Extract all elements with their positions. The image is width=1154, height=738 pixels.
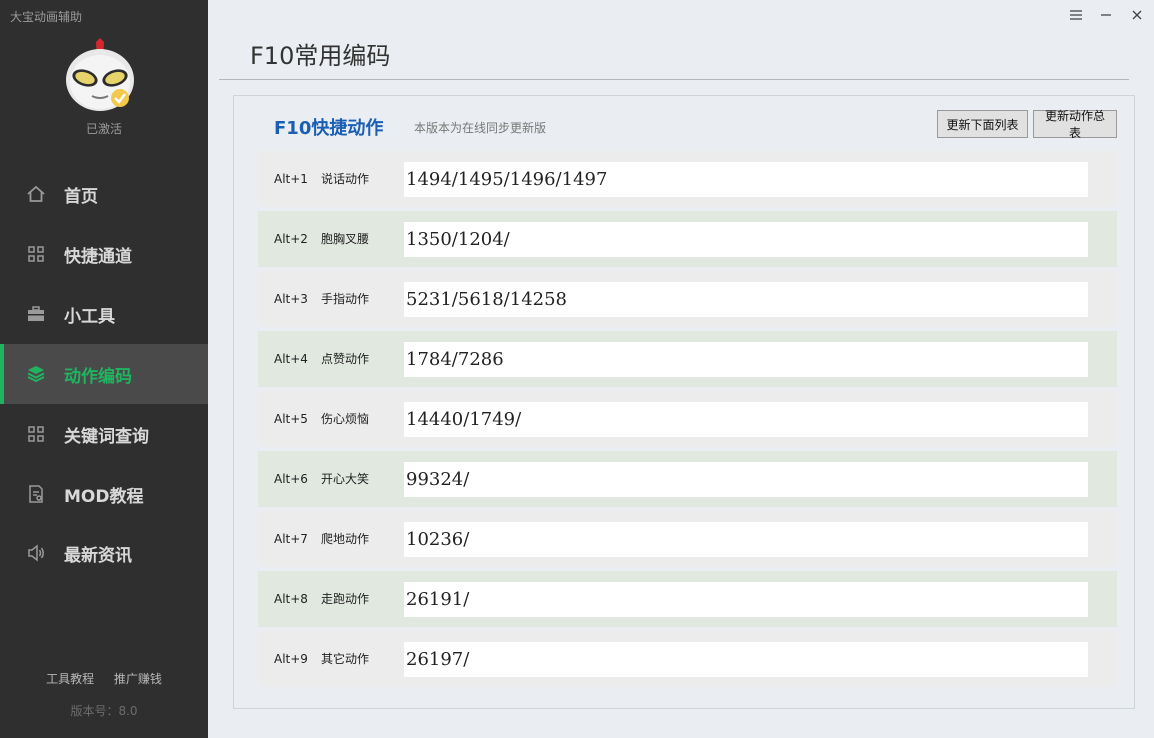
nav-keyword-search-label: 关键词查询 xyxy=(64,426,149,447)
footer-links: 工具教程 推广赚钱 xyxy=(0,670,208,687)
action-code-input[interactable] xyxy=(404,522,1088,557)
table-row: Alt+9 其它动作 xyxy=(258,631,1117,687)
nav-home-label: 首页 xyxy=(64,186,98,207)
menu-icon xyxy=(1070,10,1082,20)
action-name: 伤心烦恼 xyxy=(321,412,370,426)
action-code-input[interactable] xyxy=(404,222,1088,257)
hotkey-label: Alt+5 xyxy=(274,412,308,426)
nav-mod-tutorial[interactable]: MOD教程 xyxy=(0,464,208,524)
home-icon xyxy=(26,184,46,204)
update-summary-button[interactable]: 更新动作总表 xyxy=(1033,109,1117,140)
action-code-input[interactable] xyxy=(404,582,1088,617)
nav-keyword-search[interactable]: 关键词查询 xyxy=(0,404,208,464)
table-row: Alt+7 爬地动作 xyxy=(258,511,1117,567)
hotkey-label: Alt+8 xyxy=(274,592,308,606)
close-icon xyxy=(1132,10,1142,20)
sidebar: 大宝动画辅助 已激活 首页 快捷通道 小工具 动作编码 关键词查询 MOD教程 … xyxy=(0,0,208,738)
speaker-icon xyxy=(26,543,46,563)
action-code-input[interactable] xyxy=(404,402,1088,437)
nav-tools-label: 小工具 xyxy=(64,306,115,327)
action-name: 其它动作 xyxy=(321,652,370,666)
tool-tutorial-link[interactable]: 工具教程 xyxy=(46,672,94,686)
app-title: 大宝动画辅助 xyxy=(10,10,83,24)
nav-quick-access-label: 快捷通道 xyxy=(64,246,132,267)
minimize-button[interactable] xyxy=(1091,4,1121,26)
action-code-input[interactable] xyxy=(404,162,1088,197)
nav-tools[interactable]: 小工具 xyxy=(0,284,208,344)
promote-link[interactable]: 推广赚钱 xyxy=(114,672,162,686)
action-name: 手指动作 xyxy=(321,292,370,306)
toolbox-icon xyxy=(26,304,46,324)
close-button[interactable] xyxy=(1122,4,1152,26)
nav-home[interactable]: 首页 xyxy=(0,164,208,224)
nav-mod-tutorial-label: MOD教程 xyxy=(64,486,144,507)
hotkey-label: Alt+4 xyxy=(274,352,308,366)
action-code-input[interactable] xyxy=(404,642,1088,677)
avatar[interactable] xyxy=(62,38,138,114)
table-row: Alt+4 点赞动作 xyxy=(258,331,1117,387)
update-list-button[interactable]: 更新下面列表 xyxy=(937,110,1028,138)
table-row: Alt+1 说话动作 xyxy=(258,151,1117,207)
grid-icon xyxy=(26,244,46,264)
hotkey-label: Alt+2 xyxy=(274,232,308,246)
nav-action-codes[interactable]: 动作编码 xyxy=(0,344,208,404)
hotkey-label: Alt+3 xyxy=(274,292,308,306)
action-name: 点赞动作 xyxy=(321,352,370,366)
section-title: F10快捷动作 xyxy=(274,118,384,139)
table-row: Alt+6 开心大笑 xyxy=(258,451,1117,507)
table-row: Alt+5 伤心烦恼 xyxy=(258,391,1117,447)
hotkey-label: Alt+7 xyxy=(274,532,308,546)
action-code-input[interactable] xyxy=(404,462,1088,497)
nav-action-codes-label: 动作编码 xyxy=(64,366,132,387)
action-code-input[interactable] xyxy=(404,342,1088,377)
title-divider xyxy=(219,79,1129,80)
table-row: Alt+3 手指动作 xyxy=(258,271,1117,327)
table-row: Alt+8 走跑动作 xyxy=(258,571,1117,627)
document-icon xyxy=(26,484,46,504)
action-name: 胞胸叉腰 xyxy=(321,232,370,246)
nav-latest-news[interactable]: 最新资讯 xyxy=(0,523,208,583)
layers-icon xyxy=(26,364,46,384)
section-note: 本版本为在线同步更新版 xyxy=(414,121,547,135)
nav-quick-access[interactable]: 快捷通道 xyxy=(0,224,208,284)
minimize-icon xyxy=(1101,14,1111,16)
action-code-input[interactable] xyxy=(404,282,1088,317)
action-name: 开心大笑 xyxy=(321,472,370,486)
activation-status: 已激活 xyxy=(85,122,122,136)
hotkey-label: Alt+9 xyxy=(274,652,308,666)
version-label: 版本号：8.0 xyxy=(70,704,138,718)
hotkey-label: Alt+1 xyxy=(274,172,308,186)
menu-button[interactable] xyxy=(1061,4,1091,26)
table-row: Alt+2 胞胸叉腰 xyxy=(258,211,1117,267)
hotkey-label: Alt+6 xyxy=(274,472,308,486)
action-name: 爬地动作 xyxy=(321,532,370,546)
action-name: 走跑动作 xyxy=(321,592,370,606)
nav-latest-news-label: 最新资讯 xyxy=(64,545,132,566)
page-title: F10常用编码 xyxy=(250,42,391,70)
action-name: 说话动作 xyxy=(321,172,370,186)
grid-icon xyxy=(26,424,46,444)
